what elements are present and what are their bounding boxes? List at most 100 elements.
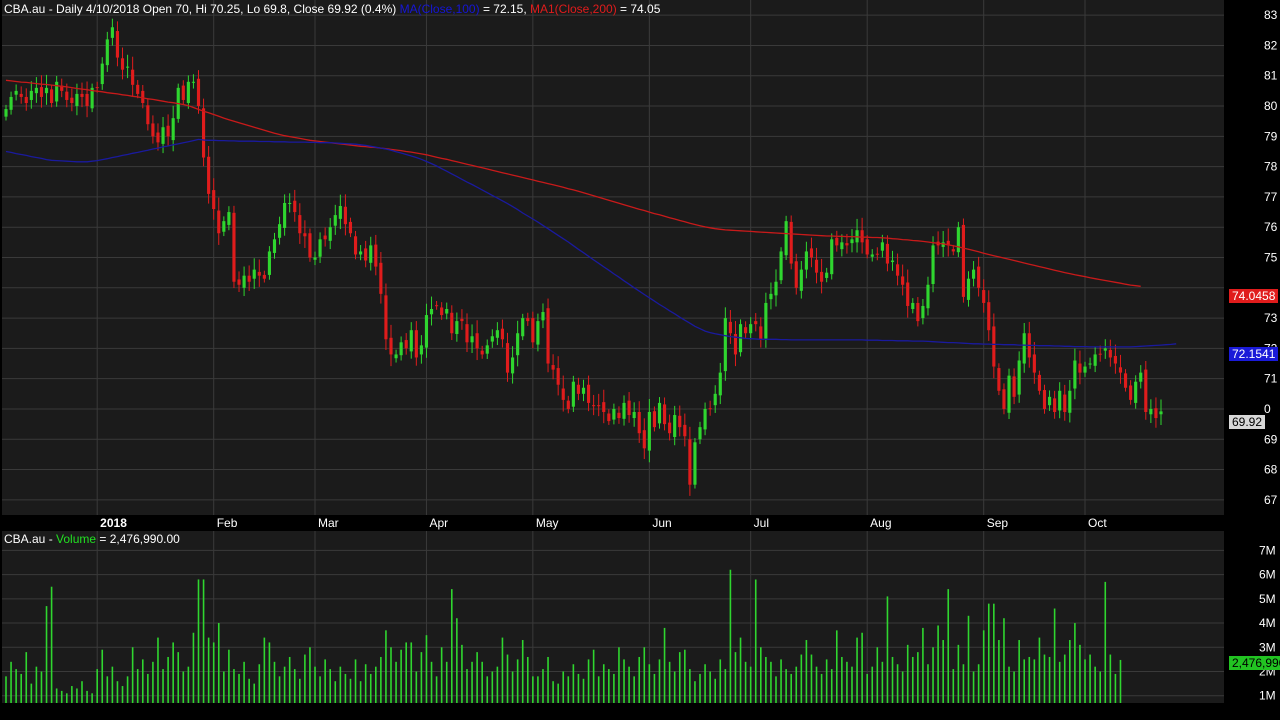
candle-body [80, 93, 84, 97]
candle-body [521, 318, 525, 337]
volume-header-label: Volume [56, 532, 97, 546]
candle-body [551, 365, 555, 370]
candle-body [1078, 363, 1082, 373]
candle-body [470, 336, 474, 343]
candle-body [50, 89, 54, 103]
candle-body [728, 321, 732, 334]
price-tick-label: 69 [1264, 432, 1278, 446]
candle-body [1139, 372, 1143, 382]
candle-body [511, 357, 515, 374]
candle-body [460, 318, 464, 322]
candle-body [906, 282, 910, 306]
candle-body [668, 422, 672, 434]
candle-body [556, 368, 560, 385]
candle-body [1012, 376, 1016, 397]
candle-body [622, 402, 626, 419]
candle-body [961, 224, 966, 297]
candle-body [272, 239, 277, 253]
candle-body [333, 215, 337, 226]
candle-body [561, 388, 565, 400]
candle-body [100, 63, 104, 85]
candle-body [1047, 396, 1052, 406]
candle-body [4, 109, 8, 117]
candle-body [364, 248, 368, 261]
candle-body [531, 318, 535, 343]
candle-body [115, 31, 120, 58]
candle-body [9, 96, 13, 110]
volume-tick-label: 4M [1259, 616, 1276, 630]
candle-body [536, 321, 540, 345]
candle-body [546, 308, 550, 364]
candle-body [105, 39, 109, 66]
ma100-value-badge: 72.1541 [1229, 347, 1279, 361]
candle-body [136, 84, 140, 94]
candle-body [799, 269, 803, 291]
candle-body [424, 315, 429, 348]
price-tick-label: 82 [1264, 38, 1278, 52]
candle-body [201, 108, 206, 158]
volume-header-separator: - [45, 532, 57, 546]
candle-body [328, 227, 332, 241]
candle-body [293, 200, 297, 213]
candle-body [495, 330, 499, 338]
candle-body [191, 81, 196, 83]
candle-body [85, 93, 89, 107]
month-label: Sep [987, 516, 1009, 530]
candle-body [318, 239, 322, 257]
candle-body [262, 274, 266, 279]
volume-tick-label: 3M [1259, 640, 1276, 654]
candle-body [870, 254, 874, 257]
price-tick-label: 75 [1264, 251, 1278, 265]
candle-body [120, 58, 125, 70]
candle-body [703, 408, 707, 430]
candle-body [901, 276, 905, 285]
stock-chart: 67686907172737576777879808182831M2M3M4M5… [2, 0, 1278, 703]
price-tick-label: 81 [1264, 69, 1278, 83]
candle-body [343, 206, 347, 225]
candle-body [977, 266, 981, 288]
candle-body [232, 212, 236, 282]
candle-body [865, 239, 869, 255]
candle-body [911, 302, 915, 309]
candle-body [242, 275, 246, 288]
volume-tick-label: 6M [1259, 568, 1276, 582]
candle-body [1037, 374, 1041, 391]
candle-body [744, 327, 748, 334]
price-panel-header: CBA.au - Daily 4/10/2018 Open 70, Hi 70.… [4, 2, 660, 16]
candle-body [207, 156, 211, 194]
candle-body [627, 400, 631, 416]
ma200-label: MA1(Close,200) [529, 2, 617, 16]
candle-body [992, 326, 996, 367]
ma200-value: = 74.05 [616, 2, 661, 16]
candle-body [1144, 369, 1148, 412]
candle-body [247, 275, 251, 282]
volume-header-value: = 2,476,990.00 [96, 532, 180, 546]
candle-body [419, 345, 423, 355]
candle-body [445, 309, 449, 314]
candle-body [1154, 408, 1158, 419]
candle-body [257, 271, 261, 276]
candle-body [65, 91, 69, 100]
candle-body [951, 249, 955, 252]
volume-value-badge: 2,476,990 [1229, 656, 1280, 670]
candle-body [24, 96, 28, 103]
candle-body [652, 411, 656, 428]
candle-body [581, 387, 586, 394]
candle-body [820, 271, 824, 282]
candle-body [1159, 411, 1163, 415]
candle-body [70, 97, 74, 103]
candle-body [1073, 360, 1077, 389]
candle-body [171, 118, 175, 141]
candle-body [369, 245, 373, 263]
price-tick-label: 71 [1264, 372, 1278, 386]
candle-body [1103, 348, 1107, 351]
candle-body [1134, 381, 1138, 403]
month-label: Apr [429, 516, 448, 530]
price-tick-label: 76 [1264, 220, 1278, 234]
candle-body [450, 312, 454, 334]
candle-body [348, 221, 353, 234]
candle-body [713, 393, 717, 406]
price-tick-label: 73 [1264, 311, 1278, 325]
candle-body [75, 93, 79, 107]
candle-body [662, 404, 667, 425]
